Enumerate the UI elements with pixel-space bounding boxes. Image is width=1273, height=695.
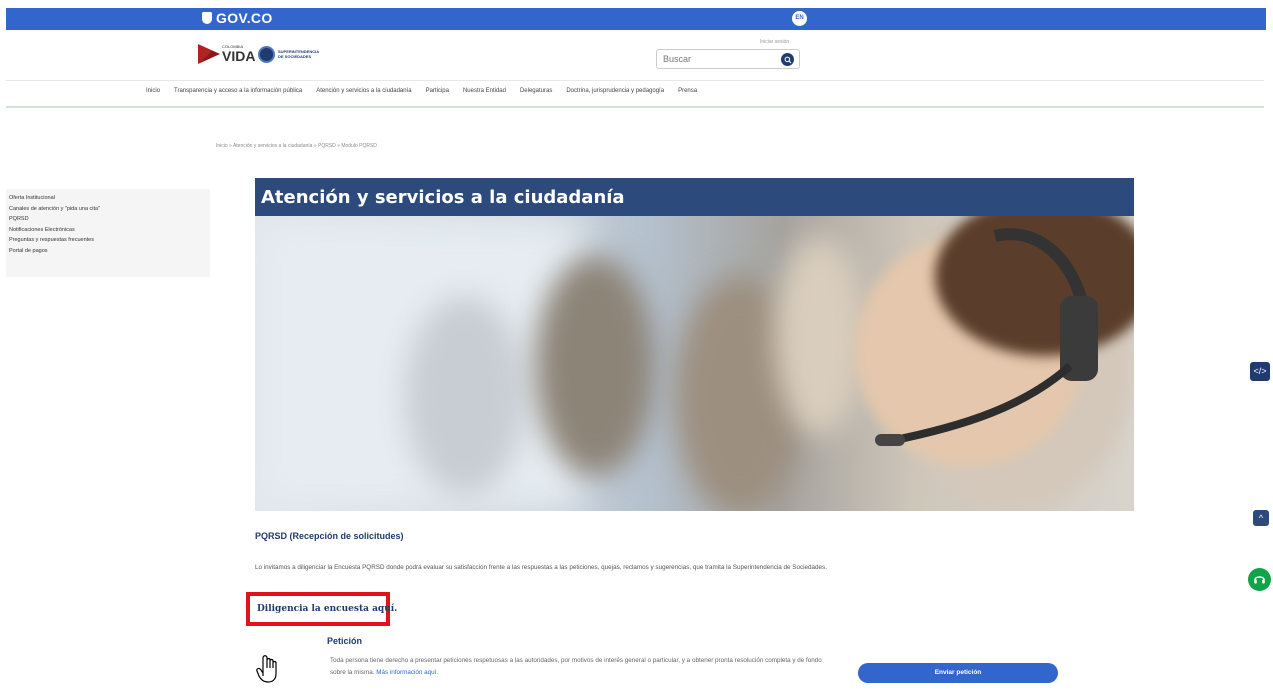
nav-item-transparencia[interactable]: Transparencia y acceso a la información … (174, 88, 302, 94)
nav-list: Inicio Transparencia y acceso a la infor… (146, 88, 711, 94)
sidebar-item-preguntas[interactable]: Preguntas y respuestas frecuentes (6, 235, 210, 246)
main-nav: Inicio Transparencia y acceso a la infor… (6, 80, 1264, 108)
sidebar-item-notificaciones[interactable]: Notificaciones Electrónicas (6, 225, 210, 236)
login-link[interactable]: Iniciar sesión (760, 39, 789, 45)
peticion-text: Toda persona tiene derecho a presentar p… (330, 655, 830, 679)
sidebar-item-pqrsd[interactable]: PQRSD (6, 214, 210, 225)
breadcrumb[interactable]: Inicio » Atención y servicios a la ciuda… (216, 143, 377, 149)
peticion-title: Petición (327, 636, 363, 646)
help-chat-button[interactable] (1248, 568, 1271, 591)
nav-item-participa[interactable]: Participa (426, 88, 449, 94)
enviar-peticion-button[interactable]: Enviar petición (858, 663, 1058, 683)
hero-title-bar: Atención y servicios a la ciudadanía (255, 178, 1134, 216)
hand-cursor-icon (256, 655, 277, 683)
sidebar-item-canales[interactable]: Canales de atención y "pida una cita" (6, 204, 210, 215)
nav-item-prensa[interactable]: Prensa (678, 88, 697, 94)
gov-shield-icon (202, 12, 212, 24)
headset-help-icon (1254, 576, 1265, 584)
nav-item-inicio[interactable]: Inicio (146, 88, 160, 94)
supersociedades-logo-icon (258, 46, 275, 63)
colombia-logo-vida: VIDA (222, 48, 256, 64)
colombia-logo-text: COLOMBIA VIDA (222, 45, 256, 64)
nav-item-atencion[interactable]: Atención y servicios a la ciudadanía (316, 88, 411, 94)
invite-text: Lo invitamos a diligenciar la Encuesta P… (255, 564, 827, 571)
supersociedades-logo[interactable]: SUPERINTENDENCIA DE SOCIEDADES (258, 46, 319, 63)
nav-item-nuestra-entidad[interactable]: Nuestra Entidad (463, 88, 506, 94)
accessibility-button[interactable]: </> (1250, 362, 1270, 381)
call-center-hero-image (255, 216, 1134, 511)
section-title: PQRSD (Recepción de solicitudes) (255, 531, 404, 541)
colombia-logo-icon (198, 44, 220, 64)
gov-co-logo[interactable]: GOV.CO (202, 10, 273, 26)
scroll-up-button[interactable]: ^ (1253, 510, 1269, 526)
nav-item-delegaturas[interactable]: Delegaturas (520, 88, 552, 94)
search-icon (784, 56, 791, 63)
supersociedades-logo-text: SUPERINTENDENCIA DE SOCIEDADES (278, 48, 319, 59)
gov-co-label: GOV.CO (216, 10, 273, 26)
colombia-vida-logo[interactable]: COLOMBIA VIDA (198, 44, 255, 64)
page-title: Atención y servicios a la ciudadanía (261, 187, 625, 208)
survey-link[interactable]: Diligencia la encuesta aquí. (257, 604, 397, 614)
sidebar-item-portal-pagos[interactable]: Portal de pagos (6, 246, 210, 257)
sidebar-item-oferta[interactable]: Oferta Institucional (6, 193, 210, 204)
headset-illustration (875, 228, 1098, 446)
search-button[interactable] (781, 53, 794, 66)
search-input[interactable] (663, 53, 773, 65)
sidebar: Oferta Institucional Canales de atención… (6, 189, 210, 277)
site-header: COLOMBIA VIDA SUPERINTENDENCIA DE SOCIED… (0, 30, 1273, 78)
search-box (656, 49, 800, 69)
more-info-link[interactable]: Más información aquí. (376, 669, 438, 676)
gov-top-bar: GOV.CO EN (6, 8, 1266, 30)
language-button[interactable]: EN (792, 11, 807, 26)
survey-highlight-box: Diligencia la encuesta aquí. (246, 592, 397, 626)
nav-item-doctrina[interactable]: Doctrina, jurisprudencia y pedagogía (566, 88, 664, 94)
